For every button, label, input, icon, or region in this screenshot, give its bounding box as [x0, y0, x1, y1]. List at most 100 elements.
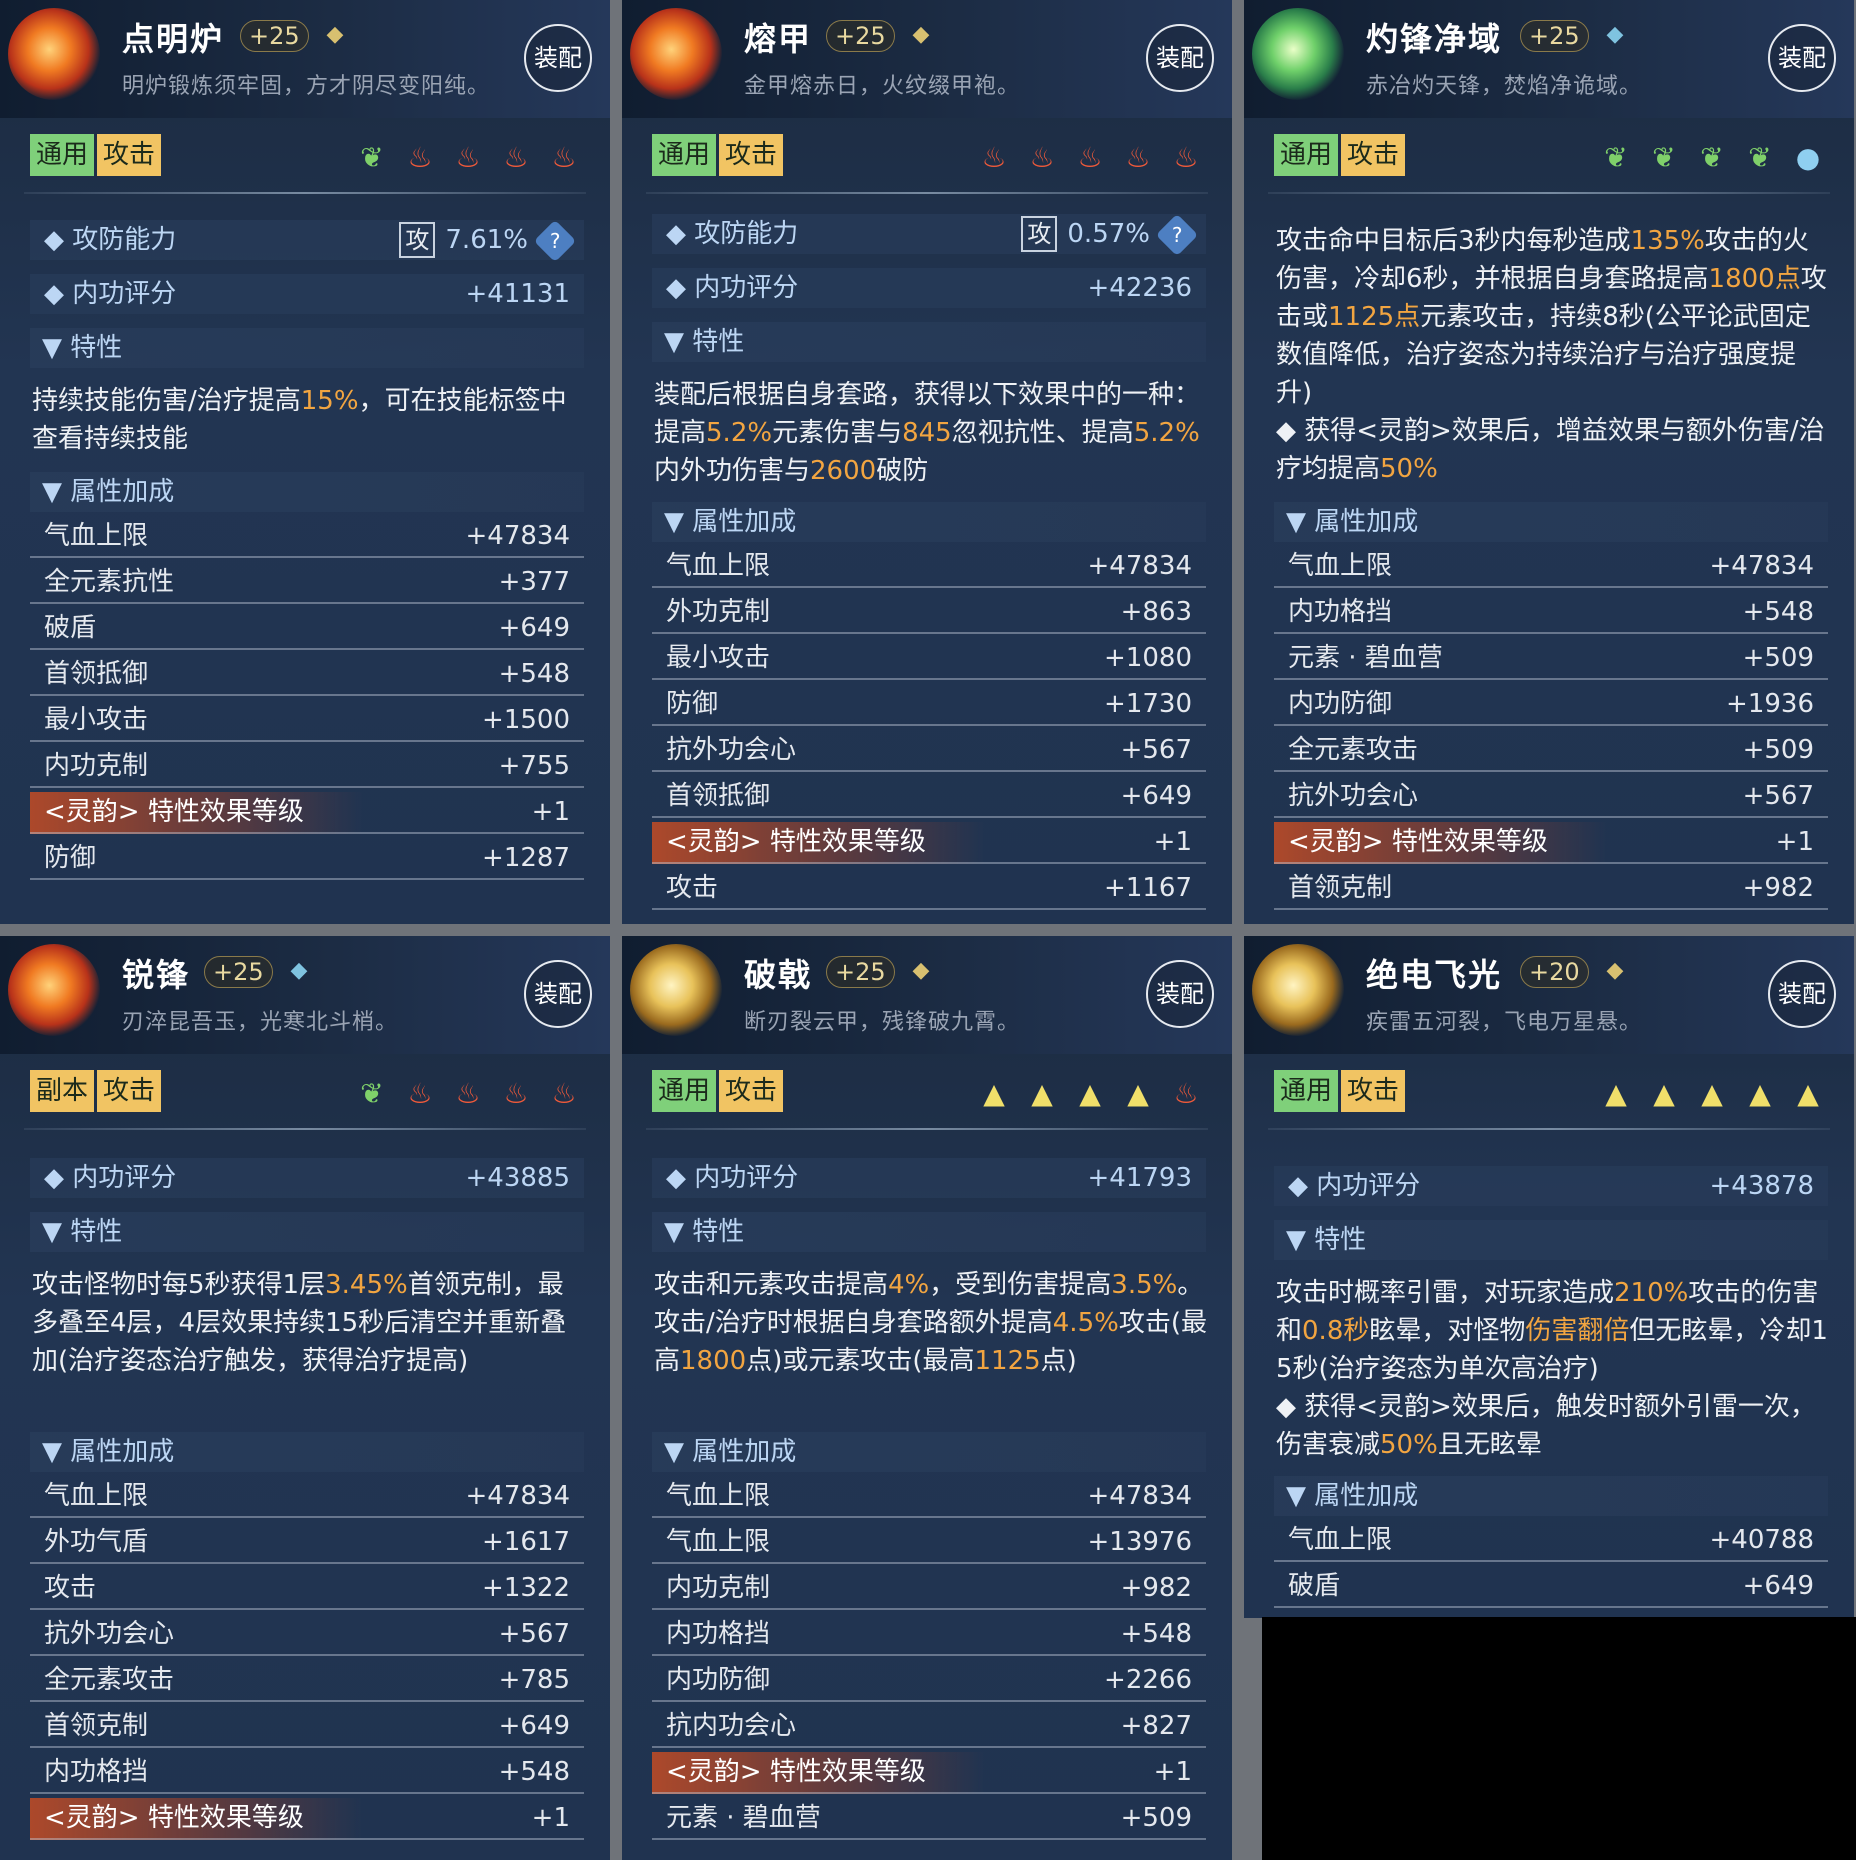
equip-button[interactable]: 装配 [1146, 24, 1214, 92]
trait-header[interactable]: ▼ 特性 [30, 328, 584, 368]
attr-name: 抗外功会心 [1288, 781, 1419, 811]
lock-icon[interactable]: ◆ [1602, 22, 1628, 48]
thunder-gem-icon[interactable]: ▲ [1024, 1076, 1060, 1112]
attr-row-lingyun: <灵韵> 特性效果等级 +1 [30, 1798, 584, 1840]
attr-value: +567 [1742, 781, 1814, 811]
tag-attack: 攻击 [1341, 1070, 1406, 1112]
attr-value: +567 [498, 1619, 570, 1649]
fire-gem-icon[interactable]: ♨ [402, 1076, 438, 1112]
equip-button[interactable]: 装配 [1768, 960, 1836, 1028]
thunder-gem-icon[interactable]: ▲ [976, 1076, 1012, 1112]
equip-button[interactable]: 装配 [1146, 960, 1214, 1028]
lock-icon[interactable]: ◆ [322, 22, 348, 48]
leaf-gem-icon[interactable]: ❦ [354, 140, 390, 176]
fire-gem-icon[interactable]: ♨ [546, 1076, 582, 1112]
attr-name: 内功格挡 [44, 1757, 149, 1787]
attr-header[interactable]: ▼ 属性加成 [30, 1432, 584, 1472]
attr-row: 气血上限 +40788 [1274, 1520, 1828, 1562]
fire-gem-icon[interactable]: ♨ [402, 140, 438, 176]
fire-gem-icon[interactable]: ♨ [1168, 1076, 1204, 1112]
attr-header[interactable]: ▼ 属性加成 [652, 502, 1206, 542]
attr-value: +1322 [482, 1573, 570, 1603]
attr-name: 气血上限 [44, 521, 149, 551]
gem-slots: ▲ ▲ ▲ ▲ ♨ [964, 1076, 1204, 1112]
attr-row: 气血上限 +47834 [30, 1476, 584, 1518]
attr-value: +548 [498, 659, 570, 689]
leaf-gem-icon[interactable]: ❦ [354, 1076, 390, 1112]
attr-name: 防御 [44, 843, 97, 873]
lock-icon[interactable]: ◆ [908, 958, 934, 984]
attr-name: 内功格挡 [1288, 597, 1393, 627]
attr-value: +1 [1153, 1757, 1192, 1787]
item-fire-icon [8, 944, 100, 1036]
trait-header[interactable]: ▼ 特性 [652, 322, 1206, 362]
lock-icon[interactable]: ◆ [1602, 958, 1628, 984]
leaf-gem-icon[interactable]: ❦ [1742, 140, 1778, 176]
attr-header[interactable]: ▼ 属性加成 [1274, 1476, 1828, 1516]
help-icon[interactable]: ? [533, 219, 577, 263]
attr-value: +1 [1775, 827, 1814, 857]
thunder-gem-icon[interactable]: ▲ [1742, 1076, 1778, 1112]
equip-button[interactable]: 装配 [524, 24, 592, 92]
attr-row: 外功气盾 +1617 [30, 1522, 584, 1564]
attr-row-lingyun: <灵韵> 特性效果等级 +1 [1274, 822, 1828, 864]
attr-value: +755 [498, 751, 570, 781]
equip-button[interactable]: 装配 [524, 960, 592, 1028]
leaf-gem-icon[interactable]: ❦ [1598, 140, 1634, 176]
attr-header[interactable]: ▼ 属性加成 [30, 472, 584, 512]
fire-gem-icon[interactable]: ♨ [1168, 140, 1204, 176]
thunder-gem-icon[interactable]: ▲ [1694, 1076, 1730, 1112]
fire-gem-icon[interactable]: ♨ [450, 140, 486, 176]
thunder-gem-icon[interactable]: ▲ [1072, 1076, 1108, 1112]
water-gem-icon[interactable]: ● [1790, 140, 1826, 176]
item-description: 断刃裂云甲，残锋破九霄。 [744, 1010, 1021, 1035]
fire-gem-icon[interactable]: ♨ [1024, 140, 1060, 176]
attr-name: <灵韵> 特性效果等级 [666, 827, 926, 857]
inner-score-row: ◆ 内功评分 +41793 [652, 1158, 1206, 1198]
attr-header[interactable]: ▼ 属性加成 [1274, 502, 1828, 542]
fire-gem-icon[interactable]: ♨ [498, 140, 534, 176]
attr-value: +982 [1120, 1573, 1192, 1603]
attr-header[interactable]: ▼ 属性加成 [652, 1432, 1206, 1472]
divider [24, 192, 586, 194]
attr-row: 内功防御 +2266 [652, 1660, 1206, 1702]
thunder-gem-icon[interactable]: ▲ [1646, 1076, 1682, 1112]
thunder-gem-icon[interactable]: ▲ [1120, 1076, 1156, 1112]
attr-name: 抗内功会心 [666, 1711, 797, 1741]
fire-gem-icon[interactable]: ♨ [546, 140, 582, 176]
trait-text: 攻击命中目标后3秒内每秒造成135%攻击的火伤害，冷却6秒，并根据自身套路提高1… [1276, 226, 1827, 408]
help-icon[interactable]: ? [1155, 213, 1199, 257]
fire-gem-icon[interactable]: ♨ [498, 1076, 534, 1112]
gem-slots: ❦ ❦ ❦ ❦ ● [1586, 140, 1826, 176]
attr-row: 内功格挡 +548 [30, 1752, 584, 1794]
item-description: 明炉锻炼须牢固，方才阴尽变阳纯。 [122, 74, 491, 99]
tag-list: 通用 攻击 [1274, 134, 1408, 176]
equip-card-dianminglu: 点明炉 +25 ◆ 明炉锻炼须牢固，方才阴尽变阳纯。 装配 通用 攻击 ❦ ♨ ♨ ♨ ♨… [0, 0, 610, 924]
trait-header[interactable]: ▼ 特性 [1274, 1220, 1828, 1260]
thunder-gem-icon[interactable]: ▲ [1598, 1076, 1634, 1112]
attr-row: 首领抵御 +548 [30, 654, 584, 696]
attr-name: 首领抵御 [44, 659, 149, 689]
lock-icon[interactable]: ◆ [908, 22, 934, 48]
divider [646, 192, 1208, 194]
attr-row: 外功克制 +863 [652, 592, 1206, 634]
attr-row: 元素 · 碧血营 +509 [1274, 638, 1828, 680]
thunder-gem-icon[interactable]: ▲ [1790, 1076, 1826, 1112]
fire-gem-icon[interactable]: ♨ [450, 1076, 486, 1112]
fire-gem-icon[interactable]: ♨ [1072, 140, 1108, 176]
trait-header[interactable]: ▼ 特性 [652, 1212, 1206, 1252]
lock-icon[interactable]: ◆ [286, 958, 312, 984]
fire-gem-icon[interactable]: ♨ [1120, 140, 1156, 176]
equip-button[interactable]: 装配 [1768, 24, 1836, 92]
trait-header[interactable]: ▼ 特性 [30, 1212, 584, 1252]
attr-name: 内功克制 [666, 1573, 771, 1603]
attr-name: 气血上限 [666, 551, 771, 581]
trait-text: 攻击和元素攻击提高4%，受到伤害提高3.5%。攻击/治疗时根据自身套路额外提高4… [654, 1270, 1207, 1376]
item-level-badge: +25 [1520, 20, 1589, 52]
fire-gem-icon[interactable]: ♨ [976, 140, 1012, 176]
tag-attack: 攻击 [719, 1070, 784, 1112]
attr-row: 气血上限 +47834 [30, 516, 584, 558]
trait-text: 攻击怪物时每5秒获得1层3.45%首领克制，最多叠至4层，4层效果持续15秒后清… [32, 1270, 567, 1376]
leaf-gem-icon[interactable]: ❦ [1694, 140, 1730, 176]
leaf-gem-icon[interactable]: ❦ [1646, 140, 1682, 176]
